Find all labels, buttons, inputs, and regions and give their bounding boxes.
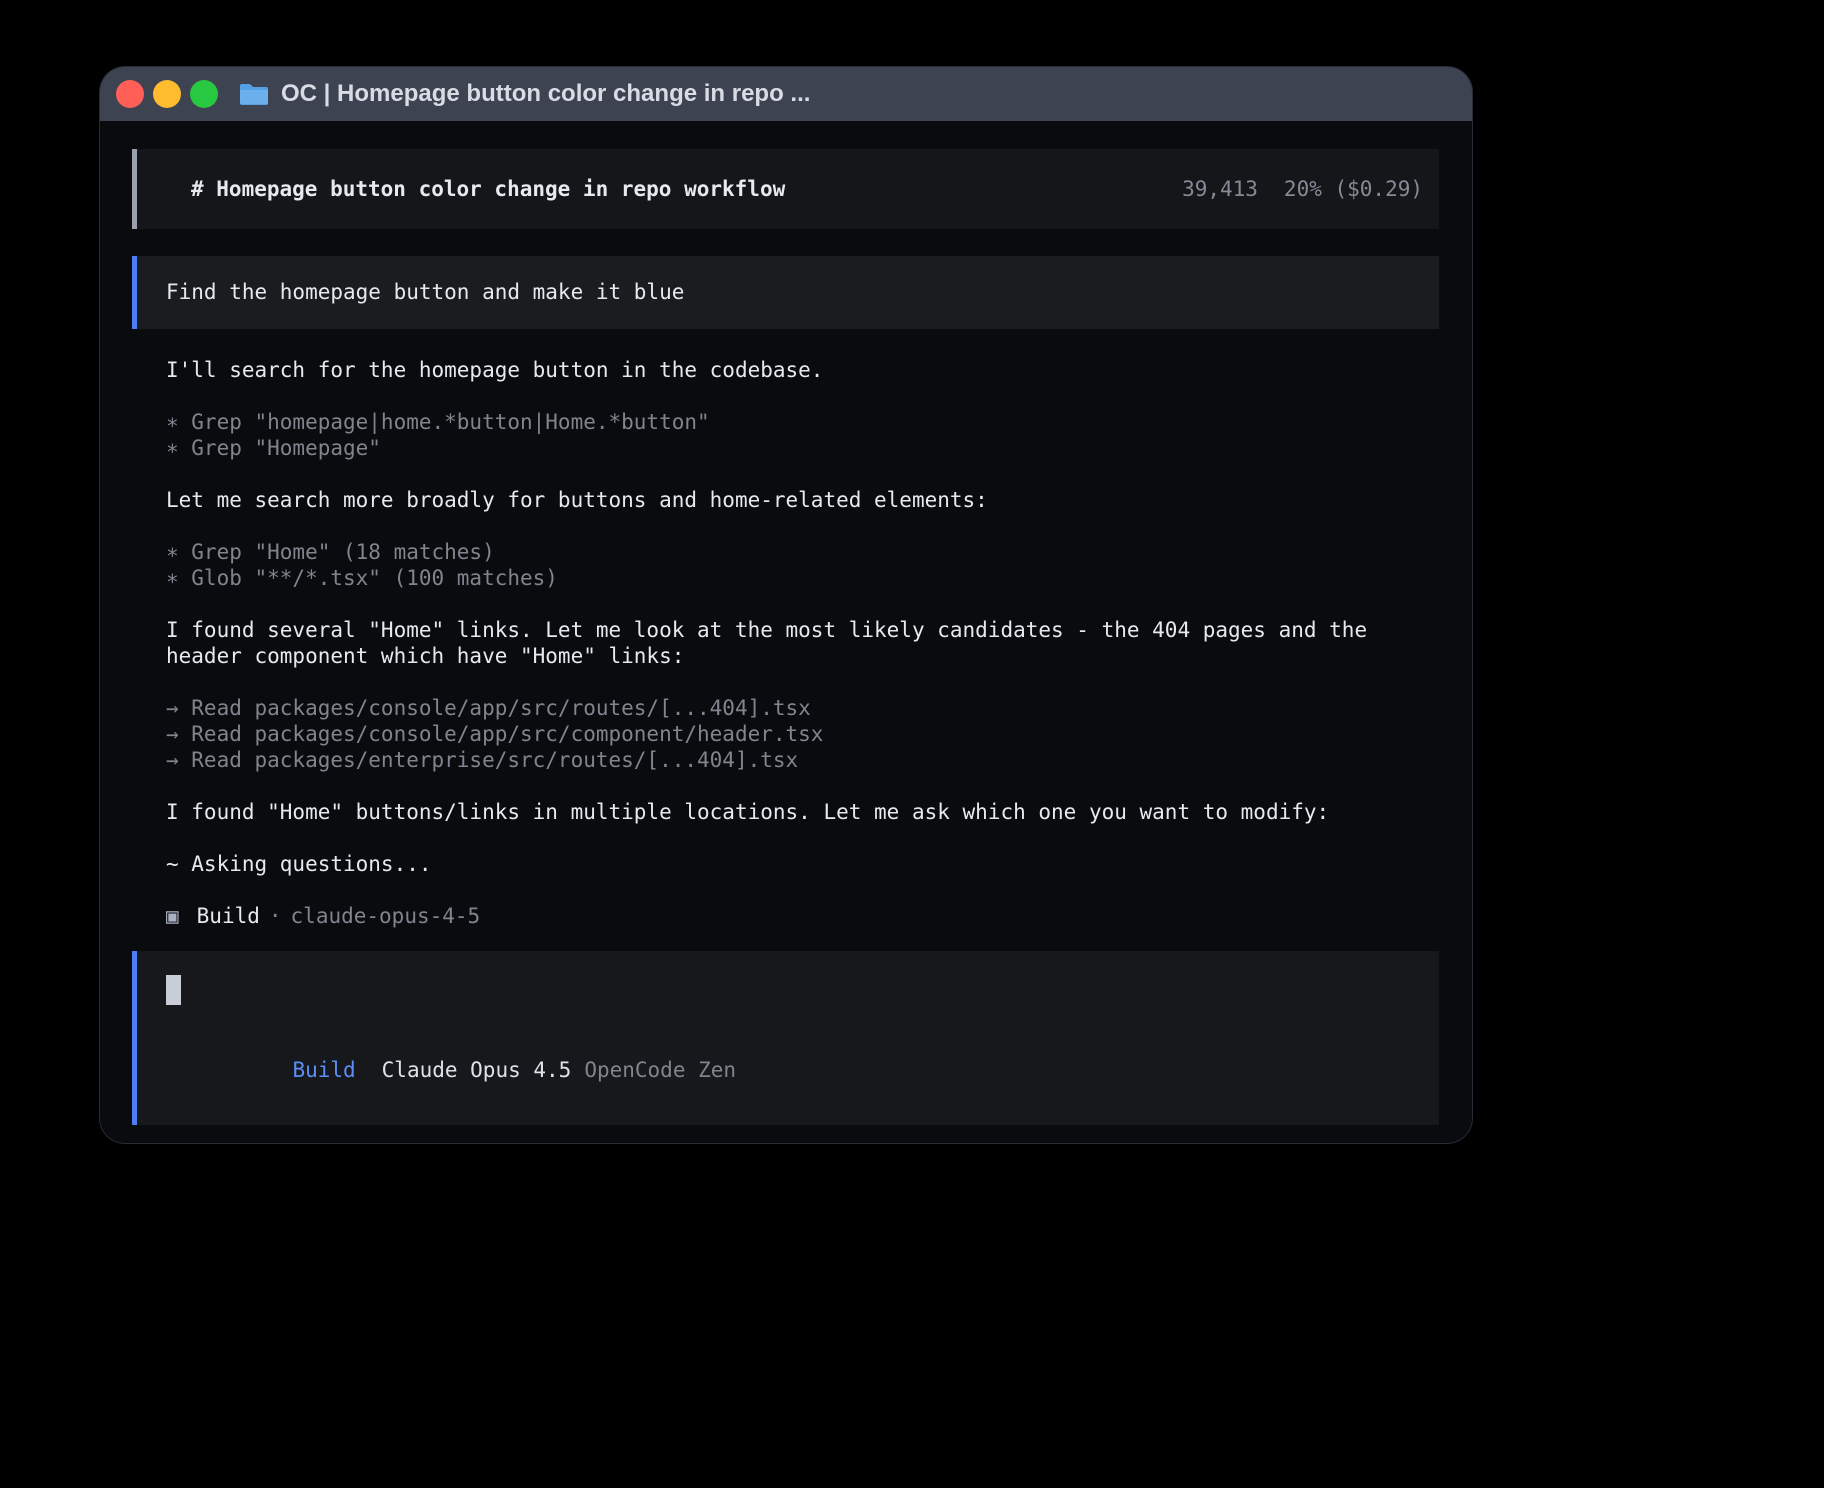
tool-call: ∗ Grep "Home" (18 matches) [166,539,1439,565]
minimize-button[interactable] [153,80,181,108]
assistant-text: I found several "Home" links. Let me loo… [166,617,1439,669]
session-stats: 39,413 20% ($0.29) [1182,176,1423,202]
agent-mode-label[interactable]: Build [292,1058,355,1082]
assistant-message: Let me search more broadly for buttons a… [166,487,1439,513]
screen: OC | Homepage button color change in rep… [0,0,1824,1488]
assistant-message: I found "Home" buttons/links in multiple… [166,799,1439,825]
text-cursor [166,975,181,1005]
agent-model: claude-opus-4-5 [291,903,481,929]
traffic-lights [116,80,218,108]
assistant-text: I found "Home" buttons/links in multiple… [166,799,1439,825]
tool-call: ∗ Grep "homepage|home.*button|Home.*butt… [166,409,1439,435]
session-header: # Homepage button color change in repo w… [132,149,1439,229]
assistant-message: I found several "Home" links. Let me loo… [166,617,1439,669]
user-message: Find the homepage button and make it blu… [132,256,1439,329]
titlebar: OC | Homepage button color change in rep… [100,67,1472,121]
agent-name: Build [197,903,260,929]
tool-call: ∗ Grep "Homepage" [166,435,1439,461]
session-title: # Homepage button color change in repo w… [191,176,785,202]
assistant-status: ~ Asking questions... [166,851,1439,877]
tool-call-group: ∗ Grep "Home" (18 matches) ∗ Glob "**/*.… [166,539,1439,591]
input-status-line: Build Claude Opus 4.5 OpenCode Zen [166,1031,1423,1109]
tool-call: → Read packages/console/app/src/routes/[… [166,695,1439,721]
terminal-window: OC | Homepage button color change in rep… [99,66,1473,1144]
tool-call: ∗ Glob "**/*.tsx" (100 matches) [166,565,1439,591]
agent-icon: ▣ [166,903,179,929]
assistant-text: I'll search for the homepage button in t… [166,357,1439,383]
window-title: OC | Homepage button color change in rep… [281,80,810,108]
context-cost: 20% ($0.29) [1284,176,1423,202]
tool-call-group: ∗ Grep "homepage|home.*button|Home.*butt… [166,409,1439,461]
tool-call: → Read packages/console/app/src/componen… [166,721,1439,747]
zoom-button[interactable] [190,80,218,108]
agent-separator: · [269,903,282,929]
terminal-content: # Homepage button color change in repo w… [100,121,1472,1144]
prompt-input[interactable]: Build Claude Opus 4.5 OpenCode Zen [132,951,1439,1125]
asking-questions-status: ~ Asking questions... [166,851,1439,877]
close-button[interactable] [116,80,144,108]
assistant-message: I'll search for the homepage button in t… [166,357,1439,383]
token-count: 39,413 [1182,176,1258,202]
assistant-transcript: I'll search for the homepage button in t… [166,357,1439,877]
assistant-text: Let me search more broadly for buttons a… [166,487,1439,513]
model-label[interactable]: Claude Opus 4.5 [382,1058,572,1082]
folder-icon [239,82,269,106]
user-message-text: Find the homepage button and make it blu… [166,279,1423,305]
tool-call-group: → Read packages/console/app/src/routes/[… [166,695,1439,773]
provider-label: OpenCode Zen [584,1058,736,1082]
tool-call: → Read packages/enterprise/src/routes/[.… [166,747,1439,773]
agent-status-row: ▣ Build · claude-opus-4-5 [166,903,1439,929]
